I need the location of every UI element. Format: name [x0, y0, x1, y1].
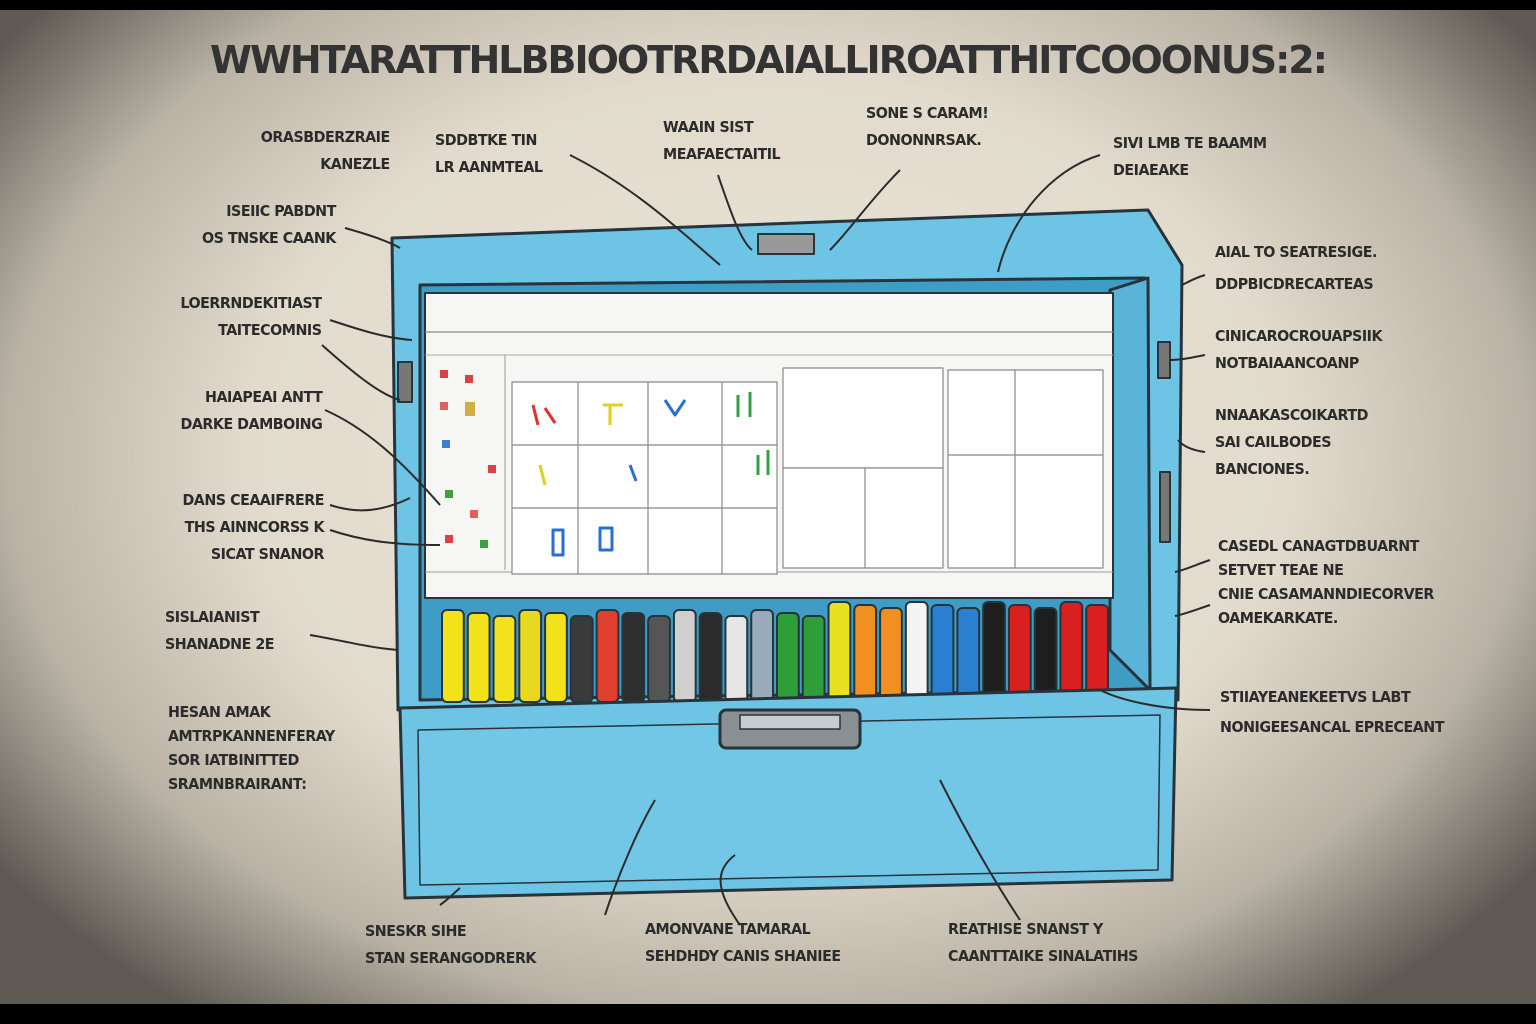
marker	[724, 615, 749, 703]
callout-left-3: HAIAPEAI ANTT DARKE DAMBOING	[180, 388, 322, 433]
callout-top-3: WAAIN SIST MEAFAECTAITIL	[663, 118, 781, 163]
callout-left-1: ISEIIC PABDNT OS TNSKE CAANK	[202, 202, 336, 247]
marker	[904, 601, 929, 703]
callout-left-2: LOERRNDEKITIAST TAITECOMNIS	[180, 294, 323, 339]
marker	[466, 612, 491, 703]
callout-top-2: SDDBTKE TIN LR AANMTEAL	[435, 131, 543, 176]
diagram-canvas: WWHTARATTHLBBIOOTRRDAIALLIROATTHITCOOONU…	[0, 10, 1536, 1004]
callout-right-1: AIAL TO SEATRESIGE. DDPBICDRECARTEAS	[1215, 243, 1377, 293]
marker	[492, 615, 517, 703]
marker	[801, 615, 826, 703]
marker	[544, 612, 568, 703]
lid-latch	[757, 233, 815, 255]
marker	[672, 609, 697, 703]
callout-bottom-2: AMONVANE TAMARAL SEHDHDY CANIS SHANIEE	[645, 920, 841, 965]
callout-top-4: SONE S CARAM! DONONNRSAK.	[866, 104, 989, 149]
callout-right-5: STIIAYEANEKEETVS LABT NONIGEESANCAL EPREC…	[1220, 688, 1445, 736]
marker	[518, 609, 543, 703]
callout-left-4: DANS CEAAIFRERE THS AINNCORSS K SICAT SNAN…	[182, 491, 324, 563]
marker	[930, 604, 955, 703]
callout-left-6: HESAN AMAK AMTRPKANNENFERAY SOR IATBINITTE…	[168, 703, 335, 793]
hinge-right-2	[1159, 471, 1171, 543]
marker	[827, 601, 852, 703]
callout-right-4: CASEDL CANAGTDBUARNT SETVET TEAE NE CNIE C…	[1218, 537, 1434, 627]
marker	[1059, 601, 1084, 703]
callout-bottom-1: SNESKR SIHE STAN SERANGODRERK	[365, 922, 537, 967]
marker	[956, 607, 981, 703]
marker	[569, 615, 594, 703]
inner-side	[1108, 276, 1152, 692]
hinge-right	[1157, 341, 1171, 379]
marker	[853, 604, 878, 703]
marker	[621, 612, 646, 703]
marker	[647, 615, 671, 703]
callout-bottom-3: REATHISE SNANST Y CAANTTAIKE SINALATIHS	[948, 920, 1138, 965]
marker	[1033, 607, 1058, 703]
callout-left-5: SISLAIANIST SHANADNE 2E	[165, 608, 275, 653]
callout-top-1: ORASBDERZRAIE KANEZLE	[261, 128, 390, 173]
marker	[750, 609, 775, 703]
callout-right-3: NNAAKASCOIKARTD SAI CAILBODES BANCIONES.	[1215, 406, 1368, 478]
marker	[595, 609, 620, 703]
marker	[698, 612, 723, 703]
marker	[982, 601, 1006, 703]
marker	[441, 609, 465, 703]
callout-right-2: CINICAROCROUAPSIIK NOTBAIAANCOANP	[1215, 327, 1383, 372]
marker	[879, 607, 903, 703]
hinge-left	[397, 361, 413, 403]
marker	[1007, 604, 1032, 703]
callout-top-5: SIVI LMB TE BAAMM DEIAEAKE	[1113, 134, 1267, 179]
marker	[776, 612, 800, 703]
marker	[1085, 604, 1109, 703]
